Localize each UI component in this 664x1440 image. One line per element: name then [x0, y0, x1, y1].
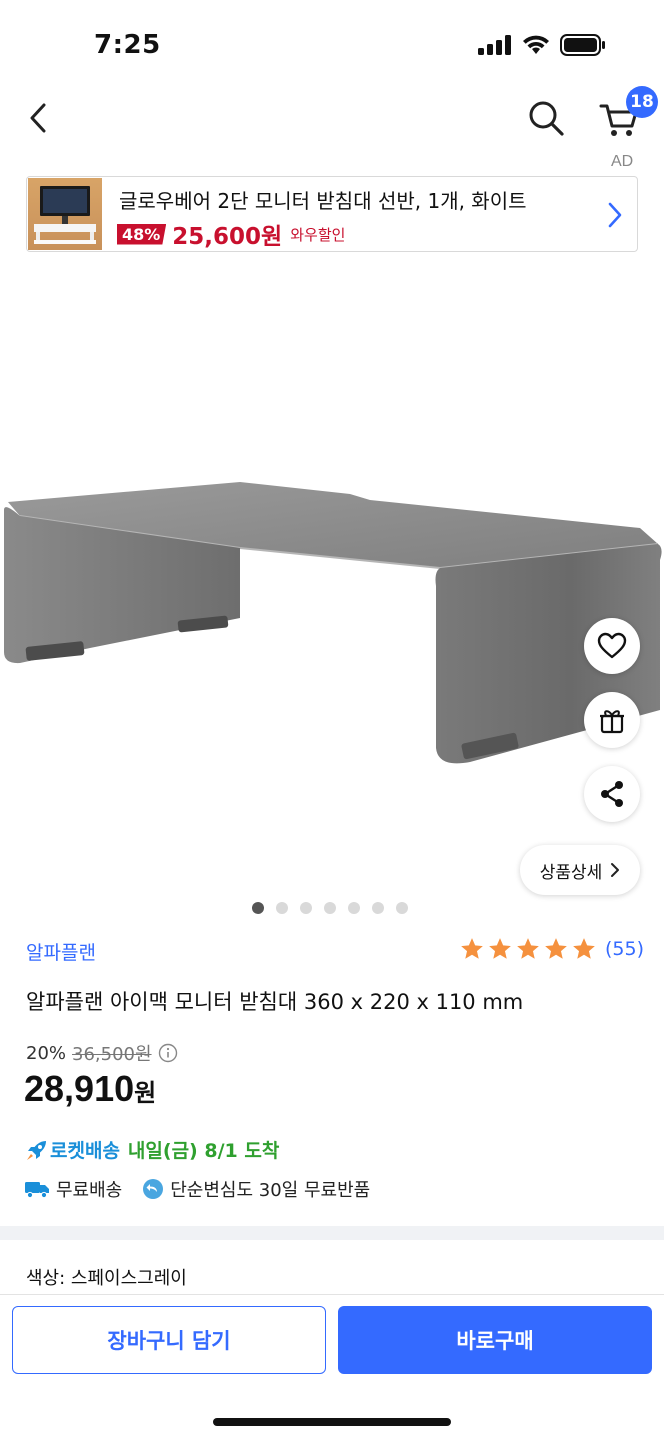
currency-unit: 원	[134, 1080, 157, 1107]
rocket-delivery-row: 로켓배송 내일(금) 8/1 도착	[24, 1136, 279, 1163]
free-return-label: 단순변심도 30일 무료반품	[170, 1180, 371, 1201]
pagination-dot[interactable]	[372, 902, 384, 914]
wishlist-button[interactable]	[584, 618, 640, 674]
pagination-dot[interactable]	[348, 902, 360, 914]
status-icons	[478, 34, 606, 56]
ad-price-row: 48% 25,600원 와우할인	[117, 217, 345, 251]
product-title: 알파플랜 아이맥 모니터 받침대 360 x 220 x 110 mm	[26, 990, 524, 1014]
final-price-value: 28,910	[24, 1068, 135, 1109]
ad-wow-discount: 와우할인	[290, 225, 346, 244]
gallery-pagination	[252, 902, 408, 914]
pagination-dot[interactable]	[324, 902, 336, 914]
ad-title: 글로우베어 2단 모니터 받침대 선반, 1개, 화이트	[119, 189, 527, 213]
pagination-dot[interactable]	[396, 902, 408, 914]
ad-thumbnail	[28, 178, 102, 250]
option-selector[interactable]: 색상: 스페이스그레이	[26, 1264, 187, 1290]
star-icon	[489, 938, 511, 959]
ad-label: AD	[611, 153, 634, 170]
add-to-cart-button[interactable]: 장바구니 담기	[12, 1306, 326, 1374]
battery-icon	[560, 34, 605, 56]
buy-now-button[interactable]: 바로구매	[338, 1306, 652, 1374]
rocket-delivery-label: 로켓배송	[50, 1140, 120, 1162]
star-icon	[461, 938, 483, 959]
pagination-dot[interactable]	[276, 902, 288, 914]
discount-rate: 20%	[26, 1042, 67, 1064]
wifi-icon	[523, 35, 549, 54]
pagination-dot[interactable]	[300, 902, 312, 914]
search-icon	[529, 101, 564, 136]
share-icon	[601, 781, 623, 807]
star-icon	[545, 938, 567, 959]
final-price: 28,910원	[24, 1068, 156, 1110]
brand-link[interactable]: 알파플랜	[26, 938, 96, 965]
product-detail-label: 상품상세	[539, 862, 603, 883]
section-divider	[0, 1226, 664, 1240]
rating-count: (55)	[604, 938, 644, 960]
gift-icon	[600, 710, 624, 734]
ad-price: 25,600원	[172, 224, 283, 250]
rating[interactable]: (55)	[459, 936, 644, 962]
signal-icon	[478, 35, 511, 55]
truck-icon	[25, 1182, 49, 1199]
pagination-dot[interactable]	[252, 902, 264, 914]
chevron-left-icon	[30, 103, 46, 133]
discount-row: 20% 36,500원	[26, 1040, 178, 1066]
return-icon	[143, 1179, 164, 1199]
gift-button[interactable]	[584, 692, 640, 748]
star-icon	[517, 938, 539, 959]
chevron-right-icon	[611, 863, 620, 877]
back-button[interactable]	[20, 98, 56, 138]
star-icon	[573, 938, 595, 959]
product-detail-button[interactable]: 상품상세	[520, 845, 640, 895]
info-icon[interactable]	[158, 1043, 178, 1063]
nav-bar	[0, 90, 664, 150]
product-image[interactable]	[0, 268, 664, 888]
original-price: 36,500원	[72, 1044, 152, 1065]
status-bar: 7:25	[0, 0, 664, 90]
free-shipping-label: 무료배송	[56, 1180, 123, 1201]
chevron-right-icon	[608, 202, 622, 228]
heart-icon	[597, 632, 627, 659]
home-indicator	[213, 1418, 451, 1426]
ad-banner[interactable]: 글로우베어 2단 모니터 받침대 선반, 1개, 화이트 48% 25,600원…	[26, 176, 638, 252]
search-button[interactable]	[526, 98, 566, 138]
bottom-bar-divider	[0, 1294, 664, 1295]
share-button[interactable]	[584, 766, 640, 822]
arrival-date: 내일(금) 8/1 도착	[127, 1140, 280, 1162]
rocket-icon	[27, 1140, 46, 1160]
cart-count-badge: 18	[626, 86, 658, 118]
ad-discount-badge: 48%	[117, 223, 167, 245]
status-time: 7:25	[94, 30, 161, 60]
shipping-row: 무료배송 단순변심도 30일 무료반품	[24, 1176, 370, 1202]
